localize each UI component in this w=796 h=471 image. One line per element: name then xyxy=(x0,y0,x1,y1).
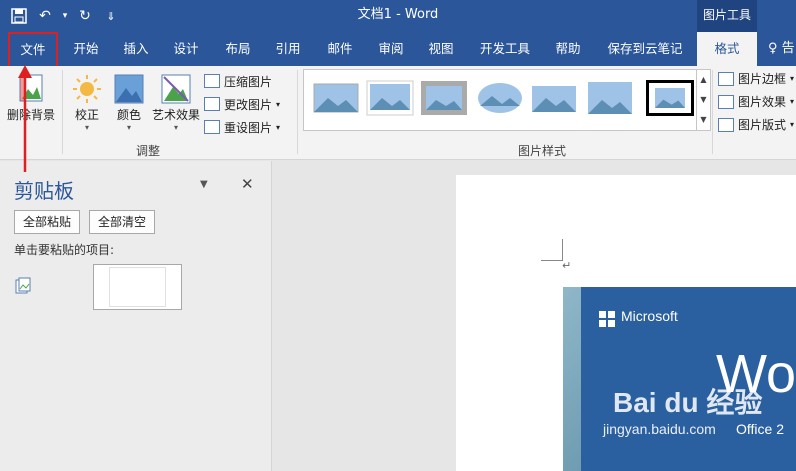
tab-review[interactable]: 审阅 xyxy=(371,32,411,66)
compress-icon xyxy=(204,74,220,88)
title-bar: ↶ ▾ ↻ ⇓ 文档1 - Word 图片工具 xyxy=(0,0,796,32)
inserted-picture[interactable]: Microsoft Wo Office 2 xyxy=(563,287,796,471)
document-title: 文档1 - Word xyxy=(357,7,439,22)
picture-layout-icon xyxy=(718,117,734,132)
picture-border-icon xyxy=(718,71,734,86)
ribbon-tabs: 文件 开始 插入 设计 布局 引用 邮件 审阅 视图 开发工具 帮助 保存到云笔… xyxy=(0,32,796,72)
corrections-button[interactable]: 校正 ▾ xyxy=(68,74,106,132)
reset-picture-label: 重设图片 xyxy=(224,120,273,135)
baidu-watermark: Bai du 经验 xyxy=(613,387,763,418)
picture-office-text: Office 2 xyxy=(736,421,784,437)
reset-picture-button[interactable]: 重设图片 ▾ xyxy=(204,116,280,138)
color-dropdown-icon: ▾ xyxy=(126,123,131,132)
picture-effects-icon xyxy=(718,94,734,109)
group-label-adjust: 调整 xyxy=(136,144,161,158)
tab-developer[interactable]: 开发工具 xyxy=(472,32,538,66)
artistic-dropdown-icon: ▾ xyxy=(173,123,178,132)
clipboard-item-icon xyxy=(15,277,31,294)
picture-effects-label: 图片效果 xyxy=(738,95,787,109)
tab-insert[interactable]: 插入 xyxy=(116,32,156,66)
baidu-watermark-url: jingyan.baidu.com xyxy=(603,421,716,437)
clipboard-item-preview xyxy=(109,267,166,307)
tab-layout[interactable]: 布局 xyxy=(218,32,258,66)
change-picture-icon xyxy=(204,97,220,111)
annotation-arrow xyxy=(18,65,32,172)
group-label-picture-styles: 图片样式 xyxy=(518,144,567,158)
change-picture-label: 更改图片 xyxy=(224,97,273,112)
picture-border-label: 图片边框 xyxy=(738,72,787,86)
color-label: 颜色 xyxy=(116,108,141,122)
picture-style-7[interactable] xyxy=(646,80,694,116)
tab-help[interactable]: 帮助 xyxy=(548,32,588,66)
paragraph-mark: ↵ xyxy=(562,259,572,272)
clipboard-item-thumbnail[interactable] xyxy=(93,264,182,310)
tab-references[interactable]: 引用 xyxy=(268,32,308,66)
color-button[interactable]: 颜色 ▾ xyxy=(110,74,148,132)
picture-brand-text: Microsoft xyxy=(621,308,678,324)
picture-effects-button[interactable]: 图片效果 ▾ xyxy=(718,93,794,110)
compress-pictures-button[interactable]: 压缩图片 xyxy=(204,70,272,92)
reset-picture-icon xyxy=(204,120,220,134)
tab-format[interactable]: 格式 xyxy=(697,32,757,66)
ribbon-format: 删除背景 校正 ▾ 颜色 ▾ 艺术效果 ▾ 压缩图片 更改图片 ▾ 重设图片 ▾… xyxy=(0,66,796,160)
picture-style-3[interactable] xyxy=(420,80,468,116)
picture-layout-label: 图片版式 xyxy=(738,118,787,132)
microsoft-logo-icon xyxy=(599,311,615,327)
tell-me-search[interactable]: ♀ 告 xyxy=(768,32,795,66)
artistic-effects-icon xyxy=(161,74,191,104)
artistic-effects-label: 艺术效果 xyxy=(151,108,200,122)
picture-tools-label: 图片工具 xyxy=(697,0,757,32)
document-area: ↵ Microsoft Wo Office 2 Bai du 经验 jingya… xyxy=(273,161,796,471)
artistic-effects-button[interactable]: 艺术效果 ▾ xyxy=(150,74,202,132)
close-icon[interactable]: ✕ xyxy=(241,175,254,193)
picture-style-5[interactable] xyxy=(530,80,578,116)
corrections-label: 校正 xyxy=(74,108,99,122)
tab-cloud-notes[interactable]: 保存到云笔记 xyxy=(600,32,690,66)
color-picture-icon xyxy=(114,74,144,104)
picture-layout-button[interactable]: 图片版式 ▾ xyxy=(718,116,794,133)
corrections-dropdown-icon: ▾ xyxy=(84,123,89,132)
pane-options-icon[interactable]: ▼ xyxy=(200,179,208,190)
sun-icon xyxy=(73,75,101,103)
tab-mailings[interactable]: 邮件 xyxy=(320,32,360,66)
clear-all-button[interactable]: 全部清空 xyxy=(89,210,155,234)
picture-banner: Microsoft Wo Office 2 xyxy=(581,287,796,471)
picture-border-button[interactable]: 图片边框 ▾ xyxy=(718,70,794,87)
tab-home[interactable]: 开始 xyxy=(66,32,106,66)
picture-style-4[interactable] xyxy=(476,80,524,116)
clipboard-title: 剪贴板 xyxy=(14,179,74,203)
picture-style-2[interactable] xyxy=(366,80,414,116)
change-dropdown-icon: ▾ xyxy=(276,99,281,109)
tab-design[interactable]: 设计 xyxy=(166,32,206,66)
change-picture-button[interactable]: 更改图片 ▾ xyxy=(204,93,280,115)
picture-style-1[interactable] xyxy=(312,80,360,116)
clipboard-pane: 剪贴板 ▼ ✕ 全部粘贴 全部清空 单击要粘贴的项目: xyxy=(0,161,272,471)
reset-dropdown-icon: ▾ xyxy=(276,122,281,132)
paste-all-button[interactable]: 全部粘贴 xyxy=(14,210,80,234)
clipboard-hint: 单击要粘贴的项目: xyxy=(14,243,115,257)
margin-corner-mark xyxy=(541,239,563,261)
picture-styles-gallery: ▲ ▼ ▼ xyxy=(303,69,711,131)
picture-style-6[interactable] xyxy=(586,80,634,116)
gallery-scroll-up[interactable]: ▲ xyxy=(696,70,710,90)
gallery-scroll-down[interactable]: ▼ xyxy=(696,90,710,110)
gallery-more[interactable]: ▼ xyxy=(696,110,710,130)
tab-view[interactable]: 视图 xyxy=(421,32,461,66)
compress-label: 压缩图片 xyxy=(224,74,273,89)
